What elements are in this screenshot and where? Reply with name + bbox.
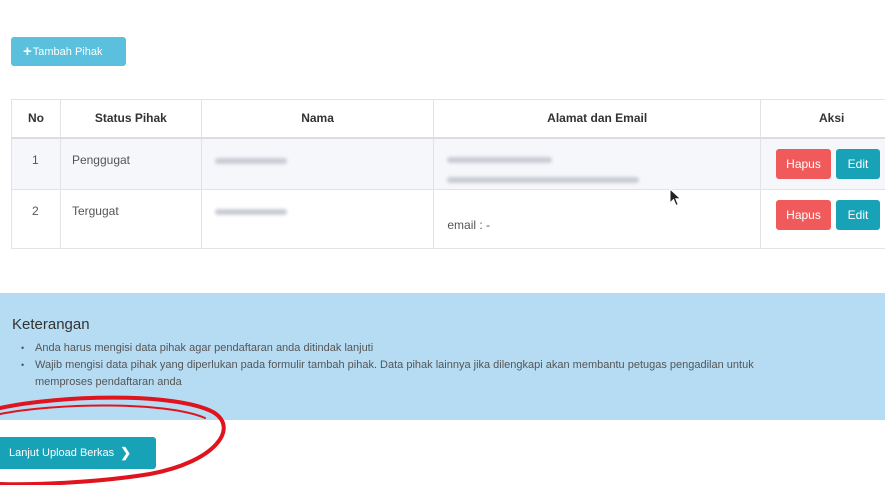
tambah-pihak-label: Tambah Pihak xyxy=(32,45,103,58)
row-nama xyxy=(200,189,435,249)
hapus-button[interactable]: Hapus xyxy=(776,200,832,230)
keterangan-panel: Keterangan Anda harus mengisi data pihak… xyxy=(0,293,885,420)
table-header-row: No Status Pihak Nama Alamat dan Email Ak… xyxy=(11,99,885,139)
redacted-email xyxy=(447,176,640,183)
table-row: 1 Penggugat Hapus Edit xyxy=(11,137,885,190)
row-nama xyxy=(200,137,435,190)
keterangan-item-2-line-1: Wajib mengisi data pihak yang diperlukan… xyxy=(35,359,754,371)
lanjut-upload-berkas-label: Lanjut Upload Berkas xyxy=(9,447,115,459)
row-status: Penggugat xyxy=(59,137,202,190)
redacted-address xyxy=(447,156,553,163)
row-no: 1 xyxy=(11,137,61,190)
row-aksi: Hapus Edit xyxy=(760,189,885,249)
header-aksi: Aksi xyxy=(760,99,885,139)
header-nama: Nama xyxy=(200,99,435,139)
row-status: Tergugat xyxy=(59,189,202,249)
row-alamat-email: email : - xyxy=(433,189,762,249)
keterangan-title: Keterangan xyxy=(12,316,90,333)
row-alamat-email xyxy=(433,137,762,190)
redacted-name xyxy=(214,209,287,215)
mouse-cursor-icon xyxy=(669,188,682,207)
keterangan-item-2-line-2: memproses pendaftaran anda xyxy=(35,376,182,388)
header-status-pihak: Status Pihak xyxy=(59,99,202,139)
lanjut-upload-berkas-button[interactable]: Lanjut Upload Berkas ❯ xyxy=(0,437,156,469)
redacted-name xyxy=(214,157,287,164)
hapus-button[interactable]: Hapus xyxy=(776,148,832,179)
row-aksi: Hapus Edit xyxy=(760,137,885,190)
plus-icon: + xyxy=(23,43,32,60)
parties-table: No Status Pihak Nama Alamat dan Email Ak… xyxy=(11,99,885,249)
chevron-right-icon: ❯ xyxy=(120,445,132,460)
header-alamat-email: Alamat dan Email xyxy=(433,99,762,139)
table-row: 2 Tergugat email : - Hapus Edit xyxy=(11,189,885,249)
row-email-text: email : - xyxy=(447,218,491,232)
keterangan-list: Anda harus mengisi data pihak agar penda… xyxy=(12,340,885,391)
page: + Tambah Pihak No Status Pihak Nama Alam… xyxy=(0,0,885,485)
list-item: Wajib mengisi data pihak yang diperlukan… xyxy=(21,357,885,391)
edit-button[interactable]: Edit xyxy=(836,148,881,179)
list-item: Anda harus mengisi data pihak agar penda… xyxy=(21,340,885,357)
header-no: No xyxy=(11,99,61,139)
keterangan-item-1: Anda harus mengisi data pihak agar penda… xyxy=(35,342,374,354)
tambah-pihak-button[interactable]: + Tambah Pihak xyxy=(11,37,126,66)
row-no: 2 xyxy=(11,189,61,249)
edit-button[interactable]: Edit xyxy=(836,200,881,230)
